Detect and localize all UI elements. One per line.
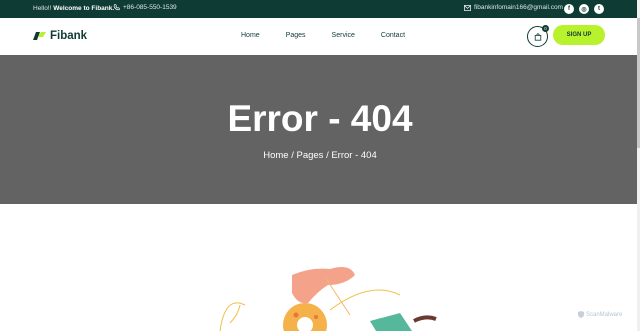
shopping-bag-icon — [534, 32, 541, 41]
logo-mark-icon — [33, 32, 46, 40]
site-header: Fibank Home Pages Service Contact 0 SIGN… — [0, 18, 640, 55]
cart-button[interactable]: 0 — [527, 25, 549, 47]
nav-home[interactable]: Home — [241, 32, 260, 39]
email-address: fibankinfomain166@gmail.com — [474, 4, 563, 11]
email-link[interactable]: fibankinfomain166@gmail.com — [464, 4, 563, 11]
top-bar: Hello!! Welcome to Fibank. +86-085-550-1… — [0, 0, 640, 18]
nav-contact[interactable]: Contact — [381, 32, 405, 39]
greeting-bold: Welcome to Fibank. — [53, 5, 115, 12]
shield-icon — [578, 311, 584, 318]
social-links: f ◎ t — [564, 4, 604, 14]
page-banner: Error - 404 Home / Pages / Error - 404 — [0, 55, 640, 204]
phone-icon — [113, 4, 120, 11]
main-nav: Home Pages Service Contact — [241, 32, 431, 39]
logo-text: Fibank — [50, 30, 88, 42]
phone-number: +86-085-550-1539 — [123, 4, 177, 11]
watermark-text: ScanMalware — [586, 311, 623, 318]
site-logo[interactable]: Fibank — [33, 30, 87, 42]
error-illustration — [219, 267, 437, 331]
watermark: ScanMalware — [578, 311, 622, 318]
mail-icon — [464, 4, 471, 11]
nav-service[interactable]: Service — [332, 32, 355, 39]
twitter-icon[interactable]: t — [594, 4, 604, 14]
signup-button[interactable]: SIGN UP — [553, 25, 605, 45]
greeting: Hello!! Welcome to Fibank. — [33, 5, 114, 12]
breadcrumb: Home / Pages / Error - 404 — [263, 150, 377, 161]
greeting-prefix: Hello!! — [33, 5, 52, 12]
phone-link[interactable]: +86-085-550-1539 — [113, 4, 177, 11]
nav-pages[interactable]: Pages — [286, 32, 306, 39]
instagram-icon[interactable]: ◎ — [579, 4, 589, 14]
cart-count-badge: 0 — [542, 25, 549, 32]
facebook-icon[interactable]: f — [564, 4, 574, 14]
page-title: Error - 404 — [227, 98, 413, 139]
